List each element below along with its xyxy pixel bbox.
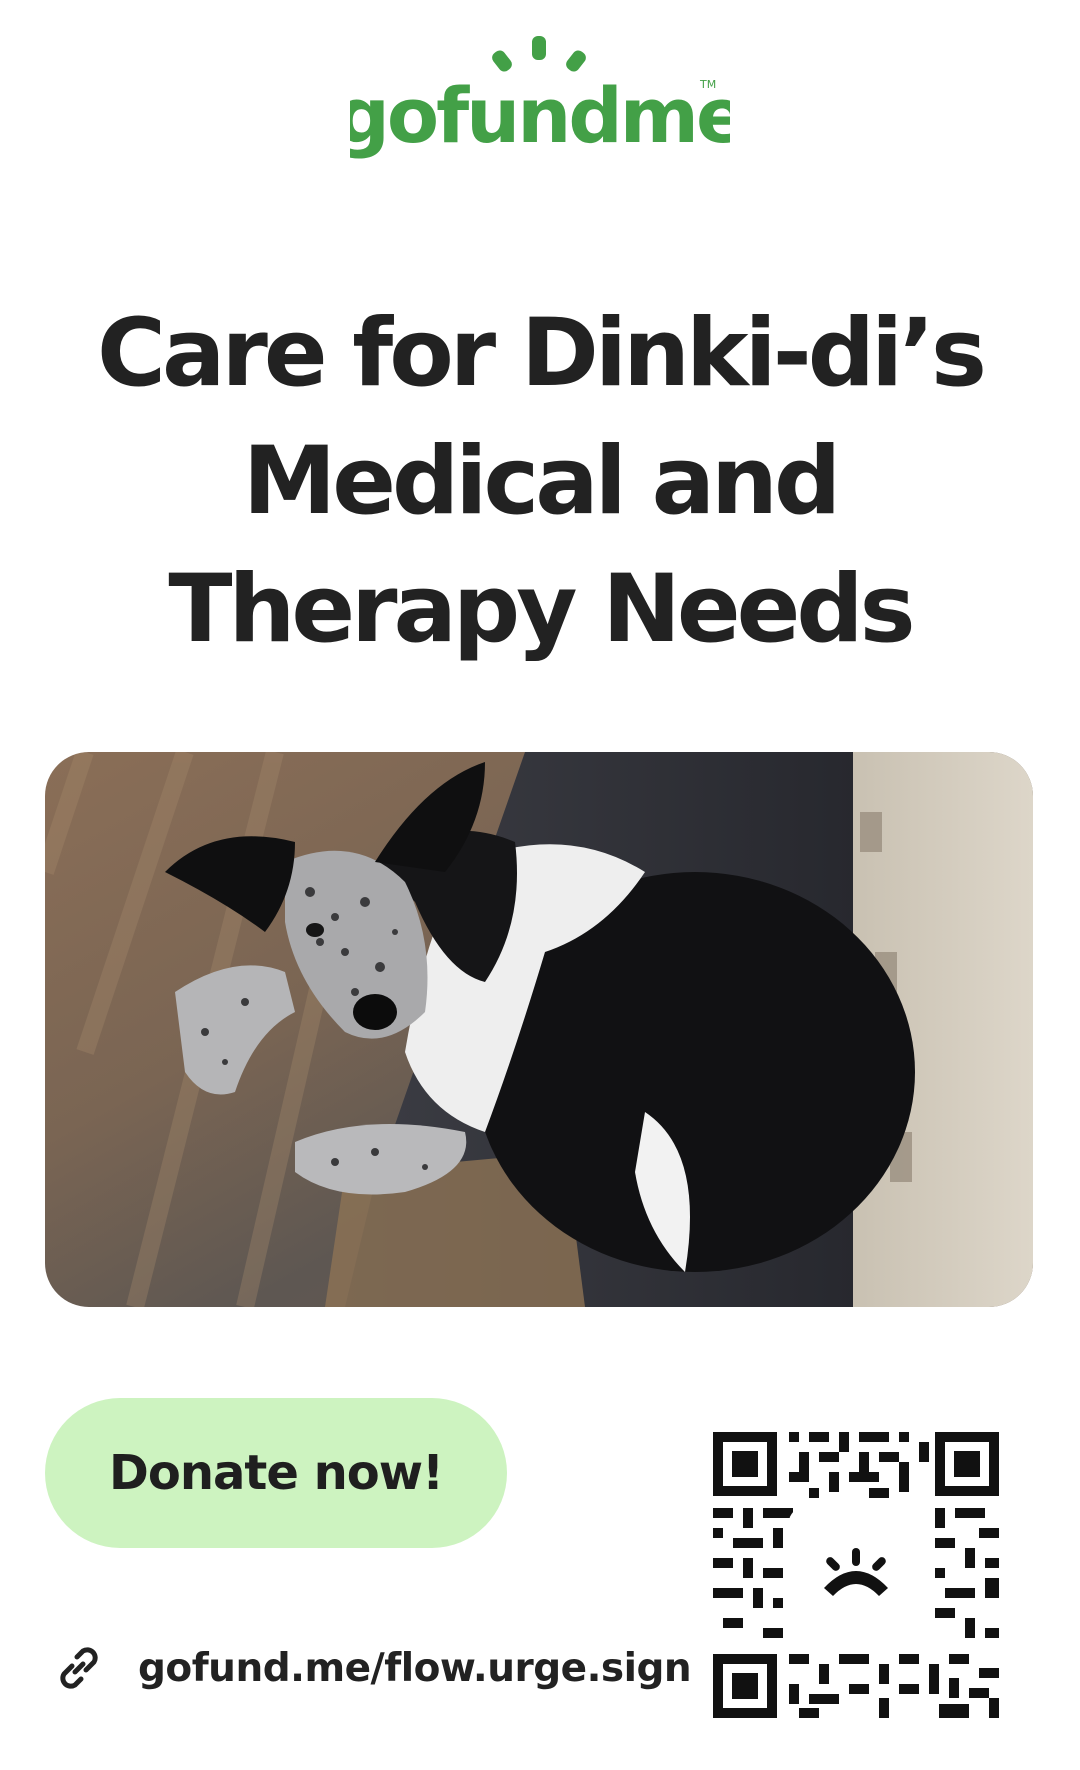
share-link-row[interactable]: gofund.me/flow.urge.sign <box>50 1628 692 1708</box>
sun-rays-icon <box>492 36 586 72</box>
trademark-mark: TM <box>699 78 716 91</box>
gofundme-logo-graphic: gofundme TM <box>350 36 730 160</box>
qr-code-graphic <box>713 1432 999 1718</box>
link-icon <box>50 1639 108 1697</box>
dog-photo <box>45 752 1033 1307</box>
donate-button[interactable]: Donate now! <box>45 1398 507 1548</box>
qr-code <box>713 1432 999 1718</box>
title-line-1: Care for Dinki-di’s <box>97 299 987 408</box>
logo-text: gofundme <box>350 71 730 160</box>
title-line-3: Therapy Needs <box>168 555 915 664</box>
fundraiser-poster: gofundme TM Care for Dinki-di’s Medical … <box>0 0 1080 1770</box>
campaign-title: Care for Dinki-di’s Medical and Therapy … <box>60 290 1020 674</box>
dog-photo-image <box>45 752 1033 1307</box>
title-line-2: Medical and <box>242 427 842 536</box>
gofundme-logo: gofundme TM <box>0 30 1080 160</box>
share-url-link[interactable]: gofund.me/flow.urge.sign <box>138 1646 692 1691</box>
